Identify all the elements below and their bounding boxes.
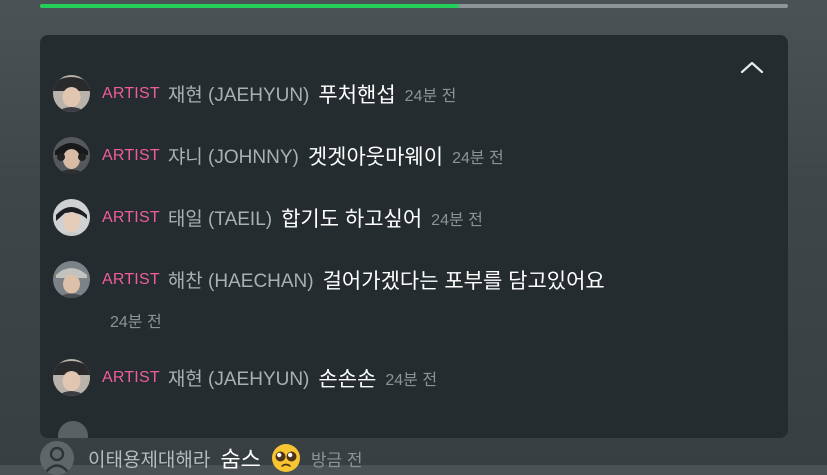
artist-badge: ARTIST xyxy=(102,368,160,386)
author-name[interactable]: 해찬 (HAECHAN) xyxy=(168,266,314,293)
avatar[interactable] xyxy=(53,75,90,112)
comment-row: 이태용제대해라 숨스 방금 전 xyxy=(40,441,363,475)
comment-text: 숨스 xyxy=(220,447,261,472)
artist-comment: ARTIST 해찬 (HAECHAN) 걸어가겠다는 포부를 담고있어요 24분… xyxy=(53,261,774,332)
artist-badge: ARTIST xyxy=(102,146,160,164)
avatar xyxy=(58,421,88,438)
artist-comment: ARTIST 쟈니 (JOHNNY) 겟겟아웃마웨이 24분 전 xyxy=(53,137,774,174)
comment-text: 푸처핸섭 xyxy=(318,83,396,107)
author-name[interactable]: 태일 (TAEIL) xyxy=(168,204,272,231)
pleading-face-emoji xyxy=(271,444,300,472)
comment-time: 24분 전 xyxy=(110,314,162,331)
artist-badge: ARTIST xyxy=(102,208,160,226)
video-progress-bar[interactable] xyxy=(40,4,788,8)
user-icon[interactable] xyxy=(40,441,74,475)
author-name[interactable]: 재현 (JAEHYUN) xyxy=(168,80,310,107)
artist-comments-panel: ARTIST 재현 (JAEHYUN) 푸처핸섭 24분 전 ARTIST 쟈니… xyxy=(40,35,788,438)
author-name[interactable]: 쟈니 (JOHNNY) xyxy=(168,142,299,169)
comment-time: 24분 전 xyxy=(452,149,504,167)
progress-fill xyxy=(40,4,459,8)
comment-time: 24분 전 xyxy=(385,371,438,389)
comment-time: 24분 전 xyxy=(404,87,457,105)
comment-text: 손손손 xyxy=(318,367,377,391)
comment-text: 걸어가겠다는 포부를 담고있어요 xyxy=(322,269,605,293)
author-name[interactable]: 이태용제대해라 xyxy=(88,445,210,472)
comment-text: 합기도 하고싶어 xyxy=(281,207,423,231)
avatar[interactable] xyxy=(53,199,90,236)
avatar[interactable] xyxy=(53,261,90,298)
artist-comment: ARTIST 재현 (JAEHYUN) 손손손 24분 전 xyxy=(53,359,774,396)
artist-badge: ARTIST xyxy=(102,84,160,102)
comment-time: 방금 전 xyxy=(310,450,363,470)
artist-badge: ARTIST xyxy=(102,270,160,288)
comment-time: 24분 전 xyxy=(431,211,483,229)
artist-comment: ARTIST 태일 (TAEIL) 합기도 하고싶어 24분 전 xyxy=(53,199,774,236)
comment-text: 겟겟아웃마웨이 xyxy=(307,145,444,169)
artist-comment: ARTIST 재현 (JAEHYUN) 푸처핸섭 24분 전 xyxy=(53,75,774,112)
avatar[interactable] xyxy=(53,137,90,174)
avatar[interactable] xyxy=(53,359,90,396)
author-name[interactable]: 재현 (JAEHYUN) xyxy=(168,364,310,391)
chevron-up-icon xyxy=(740,61,764,74)
